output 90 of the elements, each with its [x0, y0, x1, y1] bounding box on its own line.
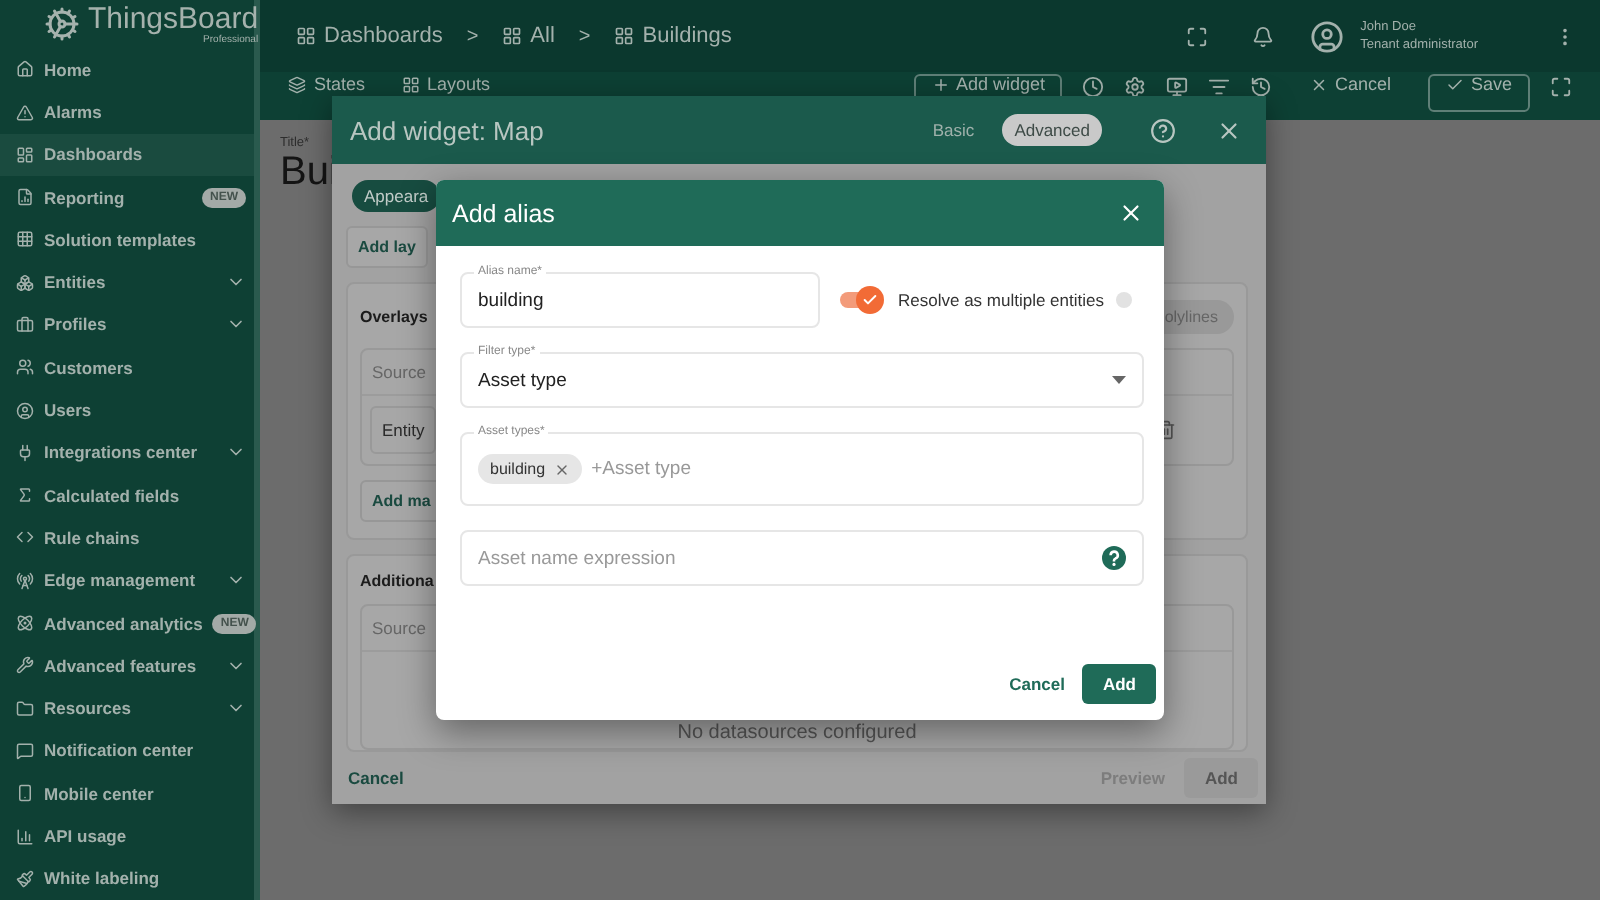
bell-icon[interactable]	[1252, 25, 1275, 47]
code-icon	[16, 528, 34, 547]
sidebar-item[interactable]: Users	[0, 388, 254, 432]
mode-toggle[interactable]: Advanced	[1002, 114, 1102, 146]
cancel-button[interactable]: Cancel	[348, 768, 404, 788]
empty-message: No datasources configured	[675, 722, 919, 744]
toggle-switch[interactable]	[840, 286, 884, 314]
filter-icon[interactable]	[1208, 76, 1231, 98]
sidebar-item[interactable]: Notification center	[0, 729, 254, 773]
warning-icon	[16, 103, 34, 121]
tower-icon	[16, 571, 34, 590]
asset-type-chip[interactable]: building	[478, 454, 582, 484]
close-icon	[1310, 76, 1329, 94]
clock-icon[interactable]	[1082, 76, 1105, 98]
sidebar-item[interactable]: API usage	[0, 814, 254, 858]
sidebar-item[interactable]: Calculated fields	[0, 474, 254, 517]
sidebar-item[interactable]: Dashboards	[0, 133, 254, 176]
sidebar-item[interactable]: Solution templates	[0, 218, 254, 262]
close-icon[interactable]	[1216, 117, 1242, 143]
check-icon	[862, 292, 878, 308]
info-dot-icon	[1116, 292, 1132, 308]
sidebar-item[interactable]: Mobile center	[0, 772, 254, 815]
sidebar-item[interactable]: Advanced features	[0, 644, 254, 688]
help-icon	[1102, 546, 1126, 570]
layers-icon	[288, 76, 306, 94]
monitor-icon[interactable]	[1166, 76, 1189, 98]
sigma-icon	[16, 486, 34, 505]
help-icon[interactable]	[1150, 117, 1176, 143]
fullscreen-icon[interactable]	[1550, 76, 1572, 98]
sidebar-item[interactable]: Integrations center	[0, 431, 254, 475]
briefcase-icon	[16, 315, 34, 334]
dialog-title: Add widget: Map	[350, 115, 546, 145]
boxes-icon	[16, 273, 34, 292]
history-icon[interactable]	[1250, 76, 1273, 98]
toggle-label: Resolve as multiple entities	[898, 290, 1104, 310]
report-icon	[16, 188, 34, 207]
save-button[interactable]: Save	[1428, 74, 1530, 112]
grid-icon	[16, 230, 34, 249]
message-icon	[16, 741, 34, 760]
grid-icon	[502, 26, 523, 46]
close-icon[interactable]	[1118, 200, 1144, 226]
sidebar-item[interactable]: Profiles	[0, 303, 254, 347]
breadcrumb-separator: >	[578, 25, 591, 47]
settings-icon[interactable]	[1124, 76, 1147, 98]
layout-icon	[401, 76, 420, 94]
atom-icon	[16, 614, 34, 633]
plus-icon	[931, 76, 950, 94]
users-icon	[16, 358, 34, 377]
section-title: Additiona	[360, 572, 436, 590]
breadcrumb-separator: >	[466, 25, 479, 47]
add-button[interactable]: Add	[1082, 664, 1156, 704]
app-name: ThingsBoard	[88, 3, 259, 34]
check-icon	[1446, 76, 1465, 94]
cancel-button[interactable]: Cancel	[1009, 674, 1065, 694]
avatar-icon	[1310, 19, 1345, 53]
toolbar-tab[interactable]: States	[288, 72, 382, 94]
breadcrumb-link[interactable]: Dashboards	[296, 24, 443, 48]
toolbar-tab[interactable]: Layouts	[401, 72, 507, 94]
name-expression-field[interactable]: Asset name expression	[460, 530, 1144, 586]
home-icon	[16, 60, 34, 79]
brush-icon	[16, 869, 34, 888]
breadcrumb-link[interactable]: All	[502, 24, 555, 48]
cancel-button[interactable]: Cancel	[1292, 74, 1409, 112]
breadcrumb-link[interactable]: Buildings	[614, 24, 732, 48]
mode-toggle[interactable]: Basic	[920, 114, 987, 146]
grid-icon	[296, 26, 316, 46]
dashboard-icon	[16, 145, 34, 164]
sidebar-item[interactable]: White labeling	[0, 857, 254, 900]
dialog-title: Add alias	[452, 199, 555, 227]
grid-icon	[614, 26, 635, 46]
sidebar-item[interactable]: Entities	[0, 261, 254, 304]
user-icon	[16, 401, 34, 420]
chart-icon	[16, 827, 34, 846]
plug-icon	[16, 443, 34, 462]
wrench-icon	[16, 656, 34, 675]
add-layer-button[interactable]: Add lay	[346, 226, 428, 268]
fullscreen-icon[interactable]	[1186, 25, 1209, 47]
phone-icon	[16, 784, 34, 803]
dropdown-caret-icon	[1112, 376, 1126, 384]
sidebar-item[interactable]: Resources	[0, 687, 254, 730]
sidebar-item[interactable]: Home	[0, 48, 254, 91]
remove-icon[interactable]	[553, 461, 570, 477]
sidebar-item[interactable]: Customers	[0, 346, 254, 389]
sidebar-item[interactable]: Edge management	[0, 559, 254, 602]
folder-icon	[16, 699, 34, 718]
logo-icon	[44, 6, 80, 43]
sidebar-item[interactable]: Alarms	[0, 90, 254, 134]
section-title: Overlays	[360, 308, 428, 326]
appearance-tab[interactable]: Appeara	[352, 180, 441, 212]
sidebar-item[interactable]: Rule chains	[0, 516, 254, 560]
